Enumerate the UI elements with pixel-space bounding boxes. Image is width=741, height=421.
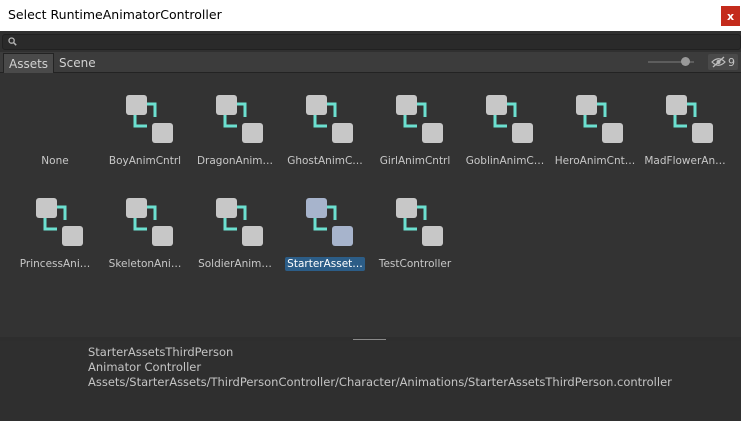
asset-item-label-text: BoyAnimCntrl	[108, 155, 182, 167]
animator-controller-icon	[666, 95, 713, 143]
selected-asset-type: Animator Controller	[88, 360, 202, 374]
window-title: Select RuntimeAnimatorController	[8, 7, 222, 22]
title-bar: Select RuntimeAnimatorController x	[0, 0, 741, 31]
asset-item-label: SkeletonAni…	[100, 258, 190, 270]
tab-bar: Assets Scene 9	[0, 52, 741, 73]
zoom-slider-thumb[interactable]	[681, 57, 690, 66]
asset-item-label-text: PrincessAni…	[19, 258, 91, 270]
search-bar	[0, 31, 741, 52]
asset-item-label-text: StarterAsset…	[285, 257, 365, 271]
selected-asset-name: StarterAssetsThirdPerson	[88, 345, 234, 359]
animator-controller-icon	[126, 198, 173, 246]
hidden-count: 9	[728, 55, 735, 69]
asset-item-label-text: TestController	[378, 258, 452, 270]
search-input[interactable]	[2, 34, 741, 50]
asset-item-label-text: SoldierAnim…	[198, 258, 272, 270]
animator-controller-icon	[486, 95, 533, 143]
asset-item[interactable]: GoblinAnimC…	[460, 95, 550, 185]
asset-item[interactable]: StarterAsset…	[280, 198, 370, 288]
asset-item-label: GhostAnimC…	[280, 155, 370, 167]
animator-controller-icon	[396, 198, 443, 246]
hidden-packages-toggle[interactable]: 9	[708, 54, 738, 70]
animator-controller-icon	[576, 95, 623, 143]
asset-item-label: GoblinAnimC…	[460, 155, 550, 167]
asset-item[interactable]: None	[10, 95, 100, 185]
animator-controller-icon	[216, 198, 263, 246]
asset-item[interactable]: HeroAnimCnt…	[550, 95, 640, 185]
asset-item-label: TestController	[370, 258, 460, 270]
asset-item[interactable]: SkeletonAni…	[100, 198, 190, 288]
animator-controller-icon	[306, 198, 353, 246]
asset-item-label-text: GirlAnimCntrl	[379, 155, 451, 167]
close-button[interactable]: x	[721, 6, 740, 26]
details-panel: StarterAssetsThirdPerson Animator Contro…	[0, 341, 741, 421]
zoom-slider[interactable]	[648, 57, 694, 66]
asset-item-label: BoyAnimCntrl	[100, 155, 190, 167]
asset-item[interactable]: DragonAnim…	[190, 95, 280, 185]
asset-item-label-text: SkeletonAni…	[108, 258, 182, 270]
animator-controller-icon	[216, 95, 263, 143]
asset-item[interactable]: MadFlowerAn…	[640, 95, 730, 185]
tab-scene[interactable]: Scene	[54, 53, 101, 72]
asset-item-label-text: HeroAnimCnt…	[554, 155, 636, 167]
asset-grid: None BoyAnimCntrl DragonAnim… GhostAnimC… Gi…	[0, 73, 741, 337]
asset-item[interactable]: GhostAnimC…	[280, 95, 370, 185]
asset-item[interactable]: BoyAnimCntrl	[100, 95, 190, 185]
asset-item-label: DragonAnim…	[190, 155, 280, 167]
asset-item[interactable]: TestController	[370, 198, 460, 288]
eye-slash-icon	[711, 56, 726, 68]
asset-item-label-text: MadFlowerAn…	[644, 155, 726, 167]
asset-item[interactable]: SoldierAnim…	[190, 198, 280, 288]
selected-asset-path: Assets/StarterAssets/ThirdPersonControll…	[88, 375, 672, 389]
asset-item-label: GirlAnimCntrl	[370, 155, 460, 167]
asset-item-label-text: DragonAnim…	[196, 155, 274, 167]
search-icon	[8, 37, 17, 46]
asset-item-label: SoldierAnim…	[190, 258, 280, 270]
asset-item[interactable]: PrincessAni…	[10, 198, 100, 288]
animator-controller-icon	[396, 95, 443, 143]
asset-item-label: MadFlowerAn…	[640, 155, 730, 167]
asset-item-label: StarterAsset…	[280, 257, 370, 271]
asset-item-label: None	[10, 155, 100, 167]
asset-item-label-text: None	[41, 155, 69, 167]
tab-assets[interactable]: Assets	[3, 53, 55, 73]
asset-item-label-text: GhostAnimC…	[287, 155, 363, 167]
animator-controller-icon	[126, 95, 173, 143]
animator-controller-icon	[306, 95, 353, 143]
animator-controller-icon	[36, 198, 83, 246]
asset-item[interactable]: GirlAnimCntrl	[370, 95, 460, 185]
asset-item-label: HeroAnimCnt…	[550, 155, 640, 167]
asset-item-label: PrincessAni…	[10, 258, 100, 270]
asset-item-label-text: GoblinAnimC…	[465, 155, 545, 167]
